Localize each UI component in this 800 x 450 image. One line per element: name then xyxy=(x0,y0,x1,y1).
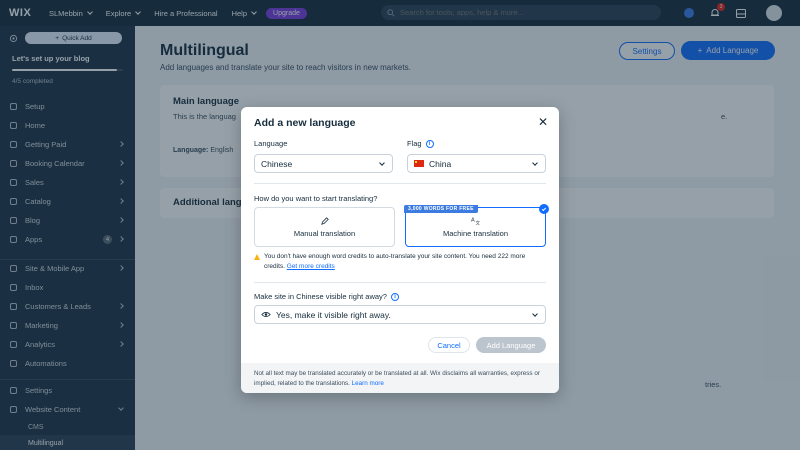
info-icon[interactable]: i xyxy=(390,292,399,301)
get-more-credits-link[interactable]: Get more credits xyxy=(287,263,335,270)
chevron-down-icon xyxy=(532,160,538,166)
china-flag-icon xyxy=(414,160,424,167)
dialog-title: Add a new language xyxy=(254,117,356,129)
machine-translation-option[interactable]: 3,000 WORDS FOR FREE A文 Machine translat… xyxy=(404,204,549,247)
flag-select-value: China xyxy=(429,158,452,169)
language-select[interactable]: Chinese xyxy=(254,154,393,173)
svg-text:A: A xyxy=(471,217,475,223)
dialog-divider xyxy=(254,183,546,184)
flag-label-text: Flag xyxy=(407,139,422,148)
visibility-select-value: Yes, make it visible right away. xyxy=(276,309,391,320)
add-language-dialog: Add a new language ✕ Language Chinese Fl… xyxy=(241,107,559,393)
info-icon[interactable]: i xyxy=(425,139,434,148)
machine-translation-label: Machine translation xyxy=(442,229,509,238)
disclaimer-text: Not all text may be translated accuratel… xyxy=(254,370,540,387)
dialog-divider xyxy=(254,282,546,283)
warning-icon xyxy=(254,254,260,260)
dialog-disclaimer: Not all text may be translated accuratel… xyxy=(241,363,559,393)
svg-text:文: 文 xyxy=(476,220,481,225)
visibility-select[interactable]: Yes, make it visible right away. xyxy=(254,305,546,324)
manual-translation-label: Manual translation xyxy=(293,228,356,238)
warning-text-wrap: You don't have enough word credits to au… xyxy=(264,252,544,272)
translate-icon: A文 xyxy=(471,217,481,225)
chevron-down-icon xyxy=(532,311,538,317)
credits-warning: You don't have enough word credits to au… xyxy=(254,252,544,272)
chevron-down-icon xyxy=(379,160,385,166)
checkmark-icon xyxy=(539,204,549,214)
pencil-icon xyxy=(320,216,329,225)
learn-more-link[interactable]: Learn more xyxy=(352,380,384,387)
language-field-label: Language xyxy=(254,139,288,148)
visible-question: Make site in Chinese visible right away?… xyxy=(254,292,399,301)
flag-select[interactable]: China xyxy=(407,154,546,173)
manual-translation-option[interactable]: Manual translation xyxy=(254,207,395,247)
close-icon[interactable]: ✕ xyxy=(538,115,548,129)
flag-field-label: Flag i xyxy=(407,139,434,148)
translate-question: How do you want to start translating? xyxy=(254,194,378,203)
add-language-submit-button[interactable]: Add Language xyxy=(476,337,546,353)
free-words-badge: 3,000 WORDS FOR FREE xyxy=(404,205,478,213)
eye-icon xyxy=(261,312,271,317)
language-select-value: Chinese xyxy=(261,158,293,169)
cancel-button[interactable]: Cancel xyxy=(428,337,470,353)
visible-question-text: Make site in Chinese visible right away? xyxy=(254,292,387,301)
